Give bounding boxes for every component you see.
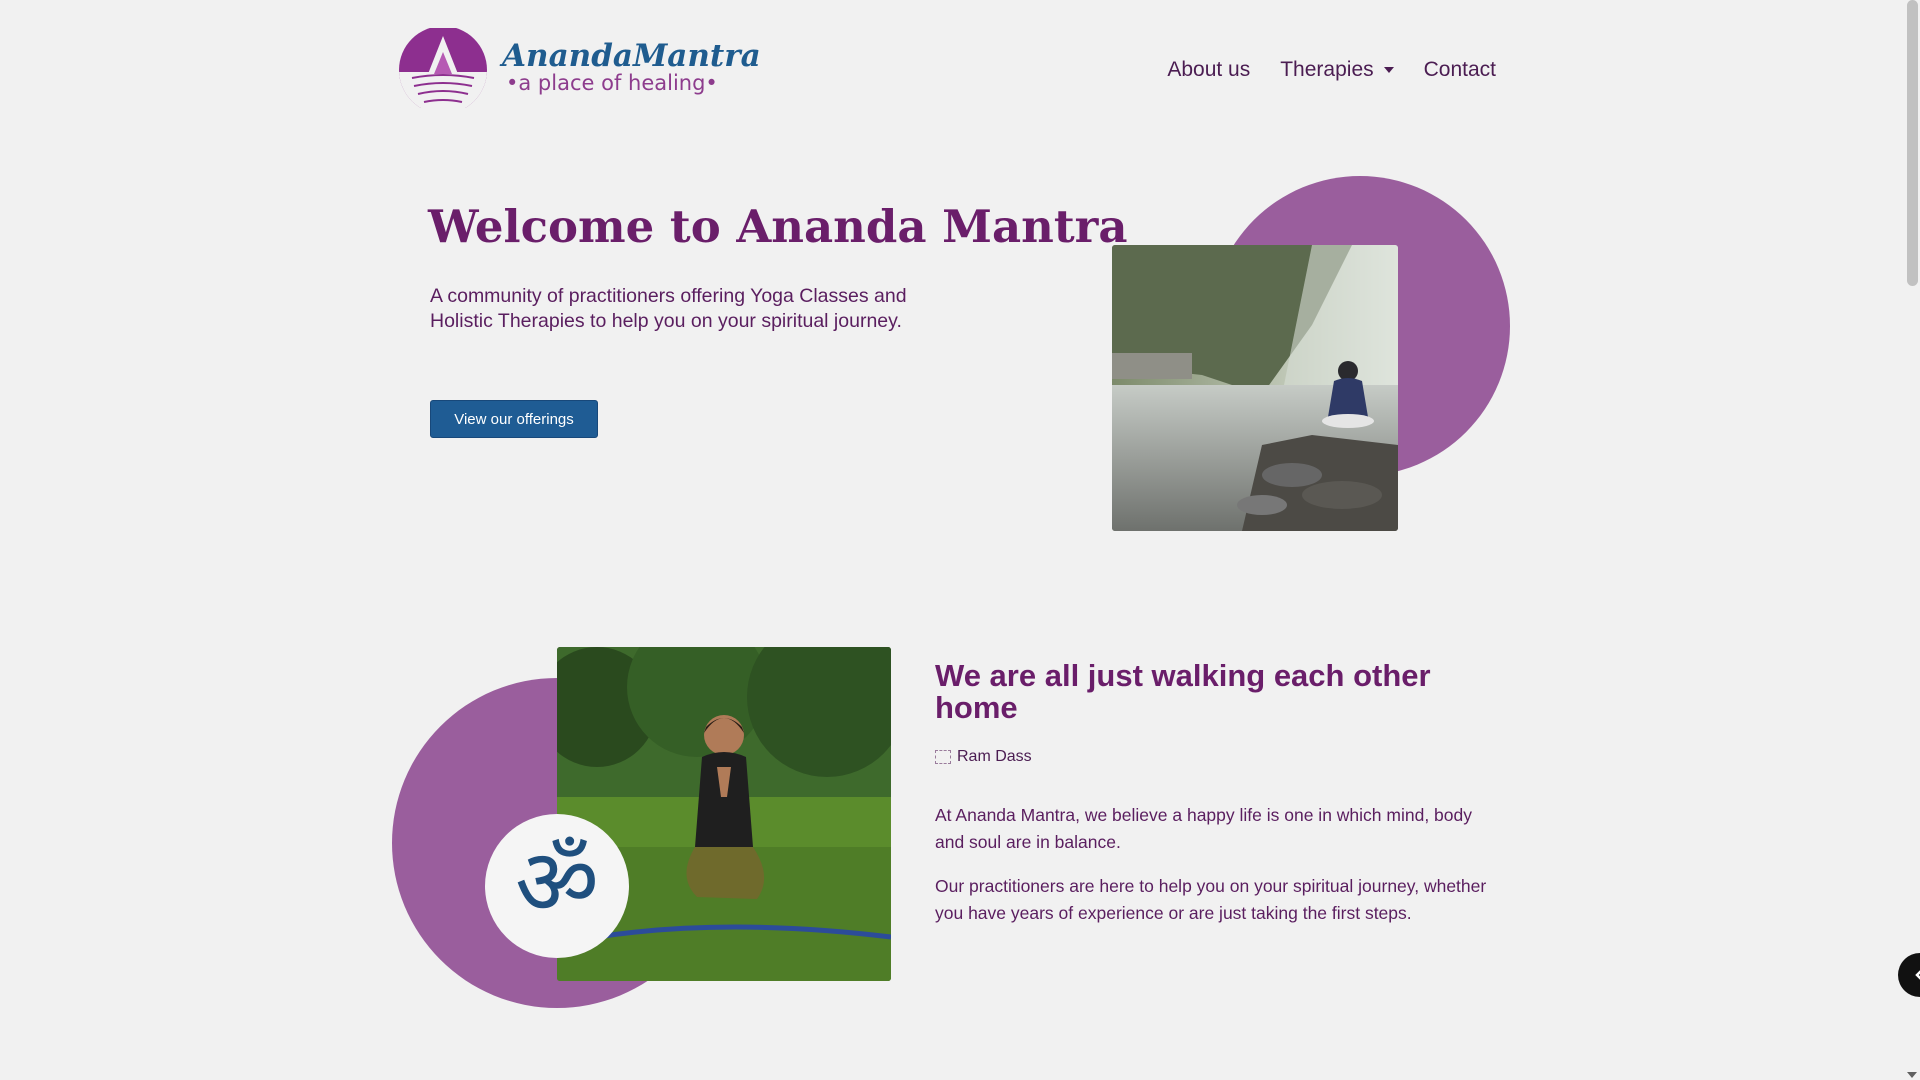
scroll-down-arrow-icon[interactable] — [1907, 1072, 1917, 1078]
nav-about-link[interactable]: About us — [1167, 58, 1250, 82]
hero-river-meditation-image — [1112, 245, 1398, 531]
brand-name: AnandaMantra — [502, 38, 761, 74]
nav-contact-link[interactable]: Contact — [1424, 58, 1496, 82]
about-paragraph-2: Our practitioners are here to help you o… — [935, 876, 1487, 923]
page-scrollbar[interactable] — [1904, 0, 1920, 1080]
om-symbol-icon: ॐ — [515, 829, 599, 936]
scrollbar-thumb[interactable] — [1907, 0, 1918, 286]
chevron-left-icon — [1915, 970, 1920, 980]
main-nav: About us Therapies Contact — [1167, 58, 1496, 82]
about-paragraph-1: At Ananda Mantra, we believe a happy lif… — [935, 805, 1472, 852]
om-symbol-badge: ॐ — [485, 814, 629, 958]
nav-therapies-label: Therapies — [1280, 58, 1374, 81]
view-offerings-button[interactable]: View our offerings — [430, 400, 598, 438]
brand-tagline: •a place of healing• — [506, 71, 718, 95]
broken-image-icon — [935, 750, 951, 764]
nav-therapies-dropdown[interactable]: Therapies — [1280, 58, 1394, 82]
floating-widget-button[interactable] — [1898, 953, 1920, 997]
chevron-down-icon — [1383, 67, 1394, 73]
hero-title: Welcome to Ananda Mantra — [428, 200, 1128, 253]
hero-subtitle: A community of practitioners offering Yo… — [430, 285, 907, 332]
quote-author: Ram Dass — [935, 748, 1032, 766]
quote-heading: We are all just walking each other home — [935, 658, 1431, 725]
site-logo[interactable]: AnandaMantra •a place of healing• — [398, 28, 761, 112]
lotus-hands-logo-icon — [399, 28, 487, 108]
quote-author-name: Ram Dass — [957, 748, 1032, 765]
